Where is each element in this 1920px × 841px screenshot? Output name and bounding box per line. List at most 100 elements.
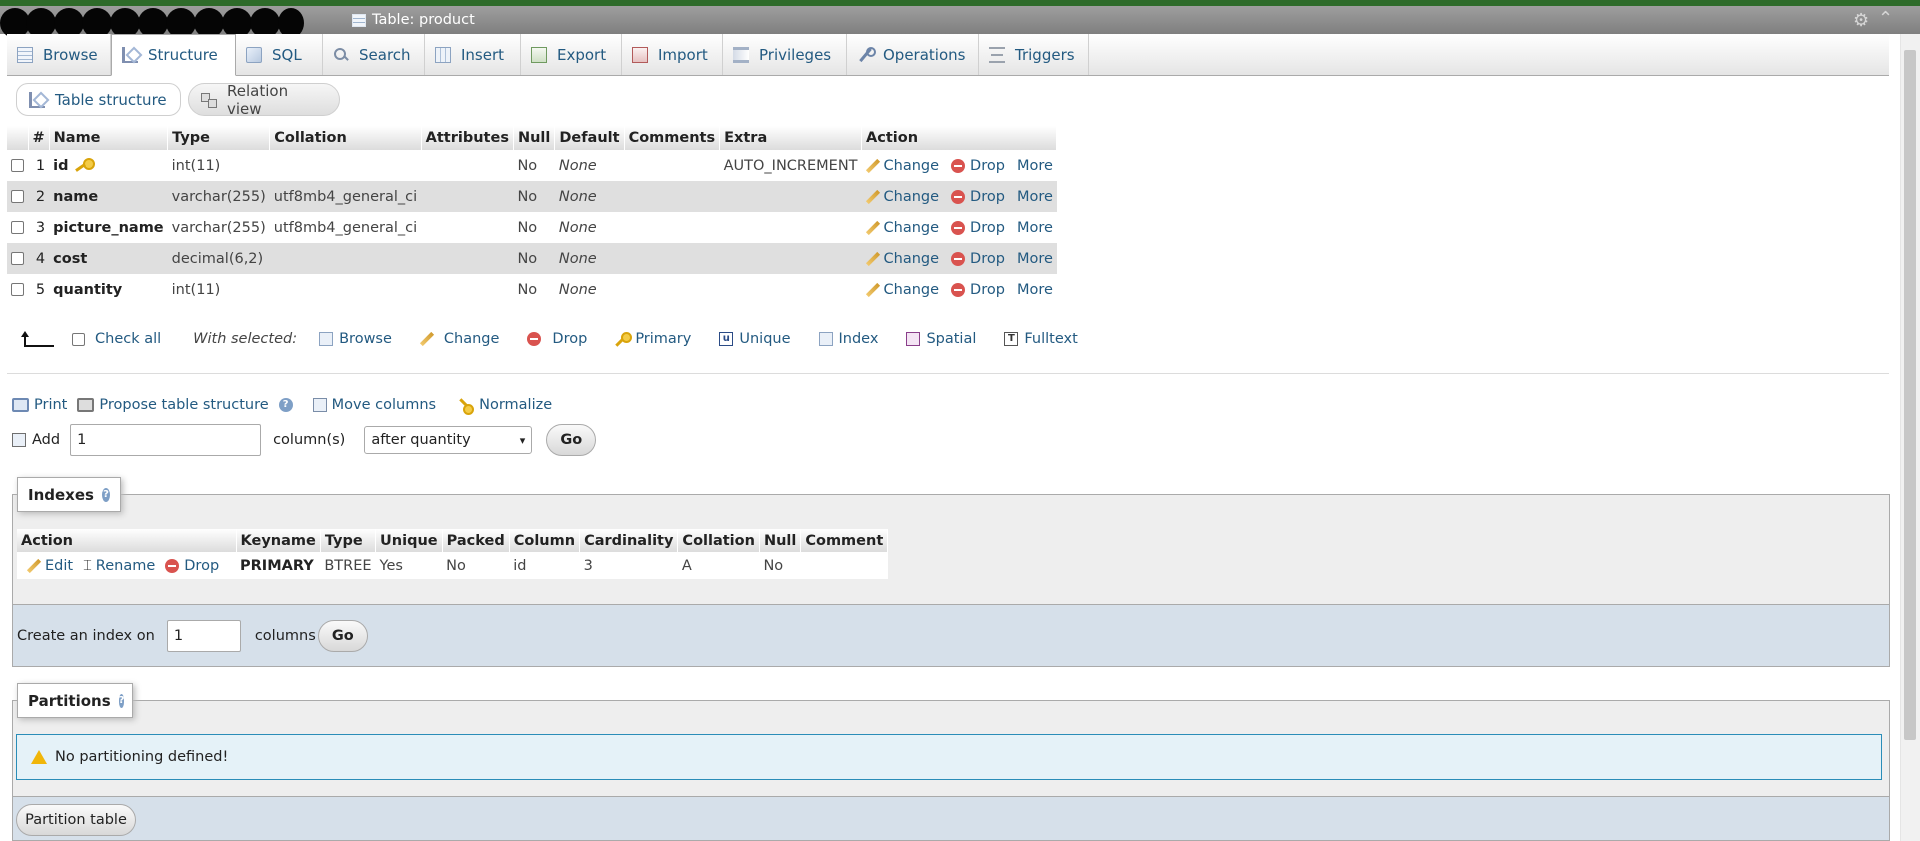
tab-browse[interactable]: Browse: [7, 34, 111, 75]
header-comments[interactable]: Comments: [624, 126, 721, 150]
table-structure-button[interactable]: Table structure: [16, 83, 181, 116]
header-collation[interactable]: Collation: [269, 126, 422, 150]
more-link[interactable]: More: [1017, 251, 1053, 267]
create-index-unit: columns: [254, 627, 316, 644]
tab-triggers[interactable]: Triggers: [979, 34, 1089, 75]
bulk-change[interactable]: Change: [420, 331, 500, 347]
more-link[interactable]: More: [1017, 158, 1053, 174]
bulk-unique[interactable]: u Unique: [719, 331, 791, 347]
bulk-fulltext[interactable]: T Fulltext: [1004, 331, 1078, 347]
bulk-primary-label: Primary: [635, 331, 692, 347]
drop-index-link[interactable]: Drop: [165, 558, 219, 574]
help-icon[interactable]: ?: [278, 398, 293, 412]
drop-link[interactable]: Drop: [951, 158, 1005, 174]
help-icon[interactable]: ?: [118, 693, 125, 708]
tab-export[interactable]: Export: [521, 34, 622, 75]
partition-table-button[interactable]: Partition table: [16, 804, 136, 836]
triggers-icon: [989, 46, 1005, 63]
row-checkbox[interactable]: [11, 221, 24, 234]
create-index-label: Create an index on: [17, 627, 155, 644]
tab-import[interactable]: Import: [622, 34, 723, 75]
drop-link[interactable]: Drop: [951, 220, 1005, 236]
change-link[interactable]: Change: [866, 251, 940, 267]
breadcrumb-table[interactable]: Table: product: [372, 12, 475, 28]
with-selected-bar: Check all With selected: Browse Change D…: [20, 326, 1106, 352]
change-link[interactable]: Change: [866, 158, 940, 174]
scrollbar-thumb[interactable]: [1904, 50, 1916, 740]
header-type[interactable]: Type: [167, 126, 271, 150]
pencil-icon: [27, 559, 41, 573]
check-all-label[interactable]: Check all: [95, 331, 161, 347]
check-all-checkbox[interactable]: [72, 332, 85, 346]
row-actions: Change Drop More: [861, 243, 1057, 274]
collapse-icon[interactable]: ⌃: [1878, 8, 1893, 29]
bulk-unique-label: Unique: [739, 331, 791, 347]
breadcrumb[interactable]: Table: product: [352, 12, 475, 28]
search-icon: [333, 47, 349, 63]
more-link[interactable]: More: [1017, 282, 1053, 298]
header-null[interactable]: Null: [513, 126, 556, 150]
table-row: 1 id int(11) No None AUTO_INCREMENT Chan…: [7, 150, 1057, 181]
header-attributes[interactable]: Attributes: [421, 126, 514, 150]
change-link[interactable]: Change: [866, 189, 940, 205]
bulk-drop[interactable]: Drop: [527, 331, 587, 347]
drop-link[interactable]: Drop: [951, 251, 1005, 267]
row-checkbox[interactable]: [11, 283, 24, 296]
print-link[interactable]: Print: [12, 397, 67, 413]
bulk-spatial[interactable]: Spatial: [906, 331, 976, 347]
add-columns-go-button[interactable]: Go: [546, 424, 597, 456]
row-checkbox[interactable]: [11, 252, 24, 265]
more-link[interactable]: More: [1017, 220, 1053, 236]
row-checkbox[interactable]: [11, 159, 24, 172]
check-all[interactable]: Check all: [72, 331, 161, 347]
column-collation: [269, 243, 422, 274]
drop-link[interactable]: Drop: [951, 282, 1005, 298]
table-row: 2 name varchar(255) utf8mb4_general_ci N…: [7, 181, 1057, 212]
change-link[interactable]: Change: [866, 220, 940, 236]
bulk-primary[interactable]: Primary: [615, 331, 691, 347]
tab-structure[interactable]: Structure: [111, 34, 236, 76]
bulk-browse[interactable]: Browse: [319, 331, 392, 347]
drop-link[interactable]: Drop: [951, 189, 1005, 205]
no-partitioning-notice: No partitioning defined!: [16, 734, 1882, 780]
propose-structure-link[interactable]: Propose table structure: [77, 397, 269, 413]
relation-view-label: Relation view: [227, 81, 289, 118]
row-checkbox[interactable]: [11, 190, 24, 203]
help-icon[interactable]: ?: [101, 487, 110, 502]
change-link[interactable]: Change: [866, 282, 940, 298]
column-null: No: [513, 181, 555, 212]
row-number: 3: [28, 212, 50, 243]
tab-operations[interactable]: Operations: [847, 34, 979, 75]
index-null: No: [759, 552, 801, 579]
tab-search[interactable]: Search: [323, 34, 425, 75]
relation-view-button[interactable]: Relation view: [188, 81, 340, 118]
tab-privileges[interactable]: Privileges: [723, 34, 847, 75]
edit-label: Edit: [45, 557, 74, 574]
column-default: None: [558, 219, 597, 236]
more-link[interactable]: More: [1017, 189, 1053, 205]
add-columns-count-input[interactable]: 1: [70, 424, 262, 456]
pencil-icon: [866, 159, 880, 173]
move-columns-link[interactable]: Move columns: [312, 397, 436, 413]
settings-gear-icon[interactable]: ⚙: [1853, 10, 1869, 31]
index-comment: [800, 552, 888, 579]
header-name[interactable]: Name: [49, 126, 169, 150]
tab-label: Insert: [461, 45, 505, 64]
table-header-row: # Name Type Collation Attributes Null De…: [7, 126, 1058, 150]
tab-insert[interactable]: Insert: [425, 34, 521, 75]
column-name: quantity: [53, 281, 123, 298]
normalize-link[interactable]: Normalize: [460, 397, 552, 413]
column-position-select[interactable]: after quantity ▾: [364, 426, 533, 454]
create-index-count-input[interactable]: 1: [166, 619, 241, 652]
header-default[interactable]: Default: [554, 126, 625, 150]
tab-sql[interactable]: SQL: [236, 34, 323, 75]
add-columns-row: Add 1 column(s) after quantity ▾ Go: [12, 423, 597, 457]
indexes-table: Action Keyname Type Unique Packed Column…: [17, 529, 889, 579]
column-extra: AUTO_INCREMENT: [719, 150, 862, 181]
bulk-index[interactable]: Index: [818, 331, 878, 347]
rename-index-link[interactable]: ⌶ Rename: [83, 558, 155, 574]
create-index-go-button[interactable]: Go: [317, 619, 368, 652]
drop-icon: [951, 282, 966, 297]
header-extra[interactable]: Extra: [719, 126, 863, 150]
edit-index-link[interactable]: Edit: [27, 558, 73, 574]
